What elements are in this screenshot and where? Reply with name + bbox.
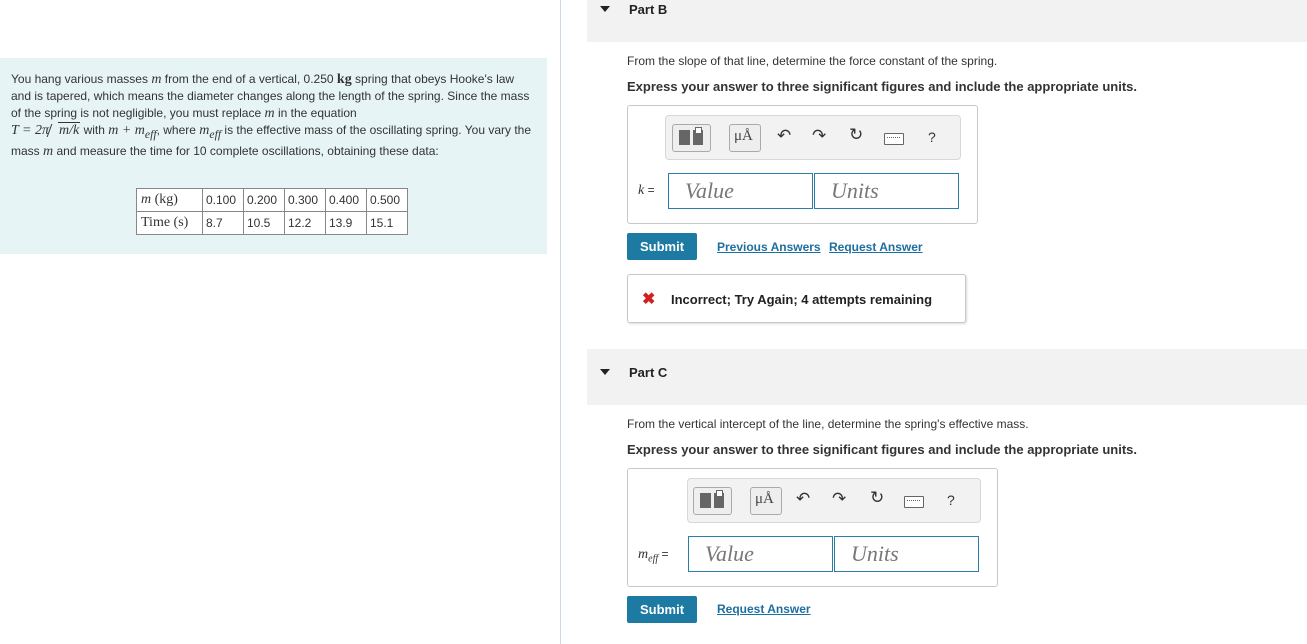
table-cell: 8.7 [202, 211, 244, 235]
units-symbol-button[interactable]: μÅ [750, 487, 782, 515]
part-c-prompt: From the vertical intercept of the line,… [627, 417, 1029, 431]
templates-button[interactable] [672, 124, 711, 152]
units-input[interactable]: Units [814, 173, 959, 209]
row-label-time: Time (s) [136, 211, 203, 235]
x-icon: ✖ [642, 291, 656, 308]
redo-icon[interactable]: ↷ [832, 489, 846, 509]
part-c-answer-box: μÅ ↶ ↷ ↻ ? meff = Value Units [627, 468, 998, 587]
previous-answers-link[interactable]: Previous Answers [717, 240, 821, 254]
table-cell: 0.500 [366, 188, 408, 212]
units-symbol-button[interactable]: μÅ [729, 124, 761, 152]
part-b-title[interactable]: Part B [629, 2, 667, 17]
math-toolbar: μÅ ↶ ↷ ↻ ? [665, 115, 961, 160]
column-divider [560, 0, 561, 644]
value-input[interactable]: Value [688, 536, 833, 572]
table-cell: 10.5 [243, 211, 285, 235]
math-toolbar: μÅ ↶ ↷ ↻ ? [687, 478, 981, 523]
table-row: m (kg) 0.100 0.200 0.300 0.400 0.500 [136, 188, 408, 212]
templates-icon [700, 493, 711, 508]
part-c-instruction: Express your answer to three significant… [627, 442, 1137, 457]
part-c-submit-button[interactable]: Submit [627, 596, 697, 623]
part-b-request-answer-link[interactable]: Request Answer [829, 240, 923, 254]
table-cell: 13.9 [325, 211, 367, 235]
data-table: m (kg) 0.100 0.200 0.300 0.400 0.500 Tim… [136, 188, 408, 235]
templates-icon [679, 130, 690, 145]
row-label-mass: m (kg) [136, 188, 203, 212]
keyboard-icon[interactable] [904, 496, 924, 508]
table-cell: 12.2 [284, 211, 326, 235]
help-icon[interactable]: ? [928, 129, 936, 145]
units-input[interactable]: Units [834, 536, 979, 572]
undo-icon[interactable]: ↶ [777, 126, 791, 146]
caret-down-icon[interactable] [600, 369, 610, 375]
period-equation: T = 2π m/k [11, 122, 81, 138]
reset-icon[interactable]: ↻ [849, 125, 863, 145]
feedback-box: ✖ Incorrect; Try Again; 4 attempts remai… [627, 274, 966, 323]
k-label: k = [638, 183, 655, 198]
table-cell: 15.1 [366, 211, 408, 235]
keyboard-icon[interactable] [884, 133, 904, 145]
part-b-header[interactable] [587, 0, 1307, 42]
feedback-message: Incorrect; Try Again; 4 attempts remaini… [671, 292, 933, 307]
part-c-title[interactable]: Part C [629, 365, 667, 380]
part-b-answer-box: μÅ ↶ ↷ ↻ ? k = Value Units [627, 105, 978, 224]
undo-icon[interactable]: ↶ [796, 489, 810, 509]
table-row: Time (s) 8.7 10.5 12.2 13.9 15.1 [136, 211, 408, 235]
templates-button[interactable] [693, 487, 732, 515]
part-b-prompt: From the slope of that line, determine t… [627, 54, 998, 68]
reset-icon[interactable]: ↻ [870, 488, 884, 508]
table-cell: 0.200 [243, 188, 285, 212]
caret-down-icon[interactable] [600, 6, 610, 12]
table-cell: 0.100 [202, 188, 244, 212]
problem-statement-panel: You hang various masses m from the end o… [0, 58, 547, 254]
part-b-instruction: Express your answer to three significant… [627, 79, 1137, 94]
value-input[interactable]: Value [668, 173, 813, 209]
help-icon[interactable]: ? [947, 492, 955, 508]
part-b-submit-button[interactable]: Submit [627, 233, 697, 260]
table-cell: 0.400 [325, 188, 367, 212]
part-c-header[interactable] [587, 349, 1307, 405]
redo-icon[interactable]: ↷ [812, 126, 826, 146]
m-eff-label: meff = [638, 547, 669, 565]
part-c-request-answer-link[interactable]: Request Answer [717, 602, 811, 616]
table-cell: 0.300 [284, 188, 326, 212]
problem-text: You hang various masses m from the end o… [11, 72, 532, 159]
